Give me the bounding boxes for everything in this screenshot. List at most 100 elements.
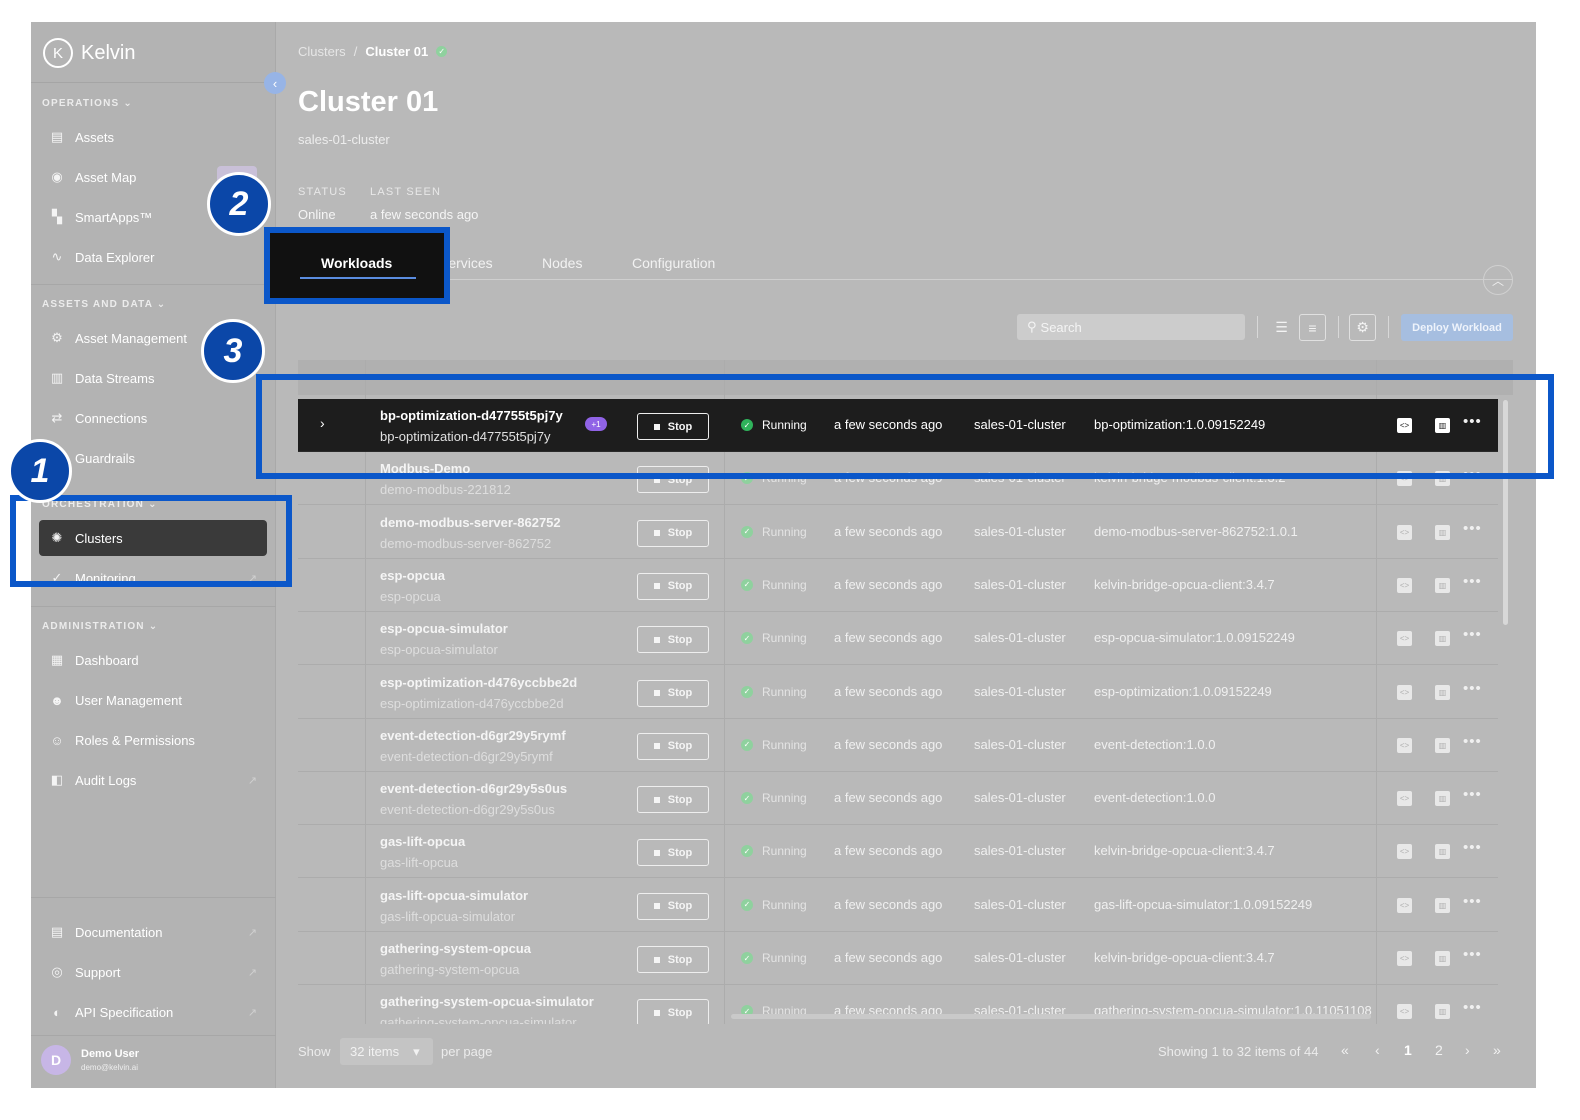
- tab-nodes[interactable]: Nodes: [542, 255, 582, 271]
- workload-name[interactable]: esp-opcua: [380, 568, 445, 583]
- more-options-icon[interactable]: •••: [1463, 626, 1482, 643]
- more-options-icon[interactable]: •••: [1463, 999, 1482, 1016]
- chart-icon[interactable]: ▥: [1435, 844, 1450, 860]
- code-icon[interactable]: <>: [1397, 951, 1412, 966]
- chart-icon[interactable]: ▥: [1435, 524, 1450, 540]
- stop-button[interactable]: Stop: [637, 839, 709, 867]
- more-options-icon[interactable]: •••: [1463, 786, 1482, 803]
- workload-name[interactable]: gathering-system-opcua-simulator: [380, 994, 594, 1009]
- first-page-button[interactable]: «: [1341, 1042, 1349, 1058]
- sidebar-item-support[interactable]: ◎ Support ↗: [39, 954, 267, 990]
- search-input[interactable]: ⚲ Search: [1017, 314, 1245, 340]
- workload-status: Running: [762, 684, 807, 699]
- code-icon[interactable]: <>: [1397, 791, 1412, 807]
- table-row[interactable]: gas-lift-opcua gas-lift-opcua Stop ✓ Running…: [298, 825, 1498, 879]
- chart-icon[interactable]: ▥: [1435, 631, 1450, 647]
- stop-button[interactable]: Stop: [637, 946, 709, 973]
- compact-view-button[interactable]: ☰: [1268, 314, 1295, 341]
- more-options-icon[interactable]: •••: [1463, 573, 1482, 590]
- stop-button[interactable]: Stop: [637, 572, 709, 600]
- chart-icon[interactable]: ▥: [1435, 791, 1450, 807]
- sidebar-item-data-explorer[interactable]: ∿ Data Explorer: [39, 239, 267, 275]
- code-icon[interactable]: <>: [1397, 577, 1412, 593]
- chart-icon[interactable]: ▥: [1435, 577, 1450, 593]
- kelvin-logo[interactable]: K Kelvin: [43, 38, 135, 68]
- workload-name[interactable]: event-detection-d6gr29y5rymf: [380, 728, 566, 743]
- page-1-button[interactable]: 1: [1404, 1042, 1412, 1058]
- stop-button[interactable]: Stop: [637, 892, 709, 920]
- more-options-icon[interactable]: •••: [1463, 680, 1482, 697]
- stop-button[interactable]: Stop: [637, 999, 709, 1024]
- chart-icon[interactable]: ▥: [1435, 737, 1450, 753]
- more-options-icon[interactable]: •••: [1463, 733, 1482, 750]
- code-icon[interactable]: <>: [1397, 1004, 1412, 1020]
- workload-name[interactable]: gas-lift-opcua-simulator: [380, 888, 528, 903]
- collapse-header-button[interactable]: ︿: [1483, 265, 1513, 295]
- table-row[interactable]: event-detection-d6gr29y5s0us event-detect…: [298, 772, 1498, 826]
- chart-icon[interactable]: ▥: [1435, 951, 1450, 966]
- collapse-sidebar-button[interactable]: ‹: [264, 72, 286, 94]
- last-page-button[interactable]: »: [1493, 1042, 1501, 1058]
- workload-name[interactable]: esp-opcua-simulator: [380, 621, 508, 636]
- sidebar-item-user-management[interactable]: ☻ User Management: [39, 682, 267, 718]
- tab-configuration[interactable]: Configuration: [632, 255, 715, 271]
- sidebar-item-dashboard[interactable]: ▦ Dashboard: [39, 642, 267, 678]
- code-icon[interactable]: <>: [1397, 684, 1412, 700]
- stop-button[interactable]: Stop: [637, 519, 709, 547]
- table-row[interactable]: esp-opcua-simulator esp-opcua-simulator St…: [298, 612, 1498, 666]
- section-assets-data[interactable]: ASSETS AND DATA ⌄: [42, 299, 166, 310]
- stop-button[interactable]: Stop: [637, 732, 709, 760]
- next-page-button[interactable]: ›: [1465, 1042, 1470, 1058]
- more-options-icon[interactable]: •••: [1463, 520, 1482, 537]
- workload-cluster: sales-01-cluster: [974, 576, 1066, 592]
- stop-button[interactable]: Stop: [637, 679, 709, 707]
- items-per-page-select[interactable]: 32 items ▾: [340, 1038, 433, 1065]
- sidebar-item-documentation[interactable]: ▤ Documentation ↗: [39, 914, 267, 950]
- workload-name[interactable]: event-detection-d6gr29y5s0us: [380, 781, 567, 796]
- sidebar-item-api-specification[interactable]: ◐ API Specification ↗: [39, 994, 267, 1030]
- workload-name[interactable]: demo-modbus-server-862752: [380, 515, 561, 530]
- list-view-button[interactable]: ≡: [1299, 314, 1326, 341]
- chart-icon[interactable]: ▥: [1435, 684, 1450, 700]
- sidebar-item-audit-logs[interactable]: ◧ Audit Logs ↗: [39, 762, 267, 798]
- code-icon[interactable]: <>: [1397, 631, 1412, 647]
- prev-page-button[interactable]: ‹: [1375, 1042, 1380, 1058]
- more-options-icon[interactable]: •••: [1463, 893, 1482, 910]
- sidebar-item-connections[interactable]: ⇄ Connections: [39, 400, 267, 436]
- stop-button[interactable]: Stop: [637, 786, 709, 814]
- table-row[interactable]: esp-opcua esp-opcua Stop ✓ Running a few seco…: [298, 559, 1498, 612]
- code-icon[interactable]: <>: [1397, 524, 1412, 540]
- tab-workloads[interactable]: Workloads: [321, 255, 392, 271]
- page-2-button[interactable]: 2: [1435, 1042, 1443, 1058]
- table-row[interactable]: demo-modbus-server-862752 demo-modbus-ser…: [298, 506, 1498, 559]
- section-operations[interactable]: OPERATIONS ⌄: [42, 98, 133, 109]
- code-icon[interactable]: <>: [1397, 844, 1412, 860]
- running-check-icon: ✓: [741, 898, 753, 911]
- stop-icon: [653, 583, 660, 590]
- sidebar-item-guardrails[interactable]: ◈Guardrails: [39, 440, 267, 476]
- table-row[interactable]: event-detection-d6gr29y5rymf event-detect…: [298, 719, 1498, 772]
- table-row[interactable]: esp-optimization-d476yccbbe2d esp-optimiz…: [298, 666, 1498, 719]
- workload-name[interactable]: gas-lift-opcua: [380, 834, 465, 849]
- stop-button[interactable]: Stop: [637, 626, 709, 654]
- deploy-workload-button[interactable]: Deploy Workload: [1401, 314, 1513, 341]
- table-row[interactable]: gas-lift-opcua-simulator gas-lift-opcua-s…: [298, 879, 1498, 932]
- workload-id: gathering-system-opcua-simulator: [380, 1015, 577, 1024]
- chart-icon[interactable]: ▥: [1435, 897, 1450, 913]
- breadcrumb-clusters[interactable]: Clusters: [298, 44, 346, 59]
- table-settings-button[interactable]: ⚙: [1349, 314, 1376, 341]
- chart-icon[interactable]: ▥: [1435, 1004, 1450, 1020]
- workload-name[interactable]: gathering-system-opcua: [380, 941, 531, 956]
- sidebar-item-roles-permissions[interactable]: ☺ Roles & Permissions: [39, 722, 267, 758]
- code-icon[interactable]: <>: [1397, 897, 1412, 913]
- more-options-icon[interactable]: •••: [1463, 946, 1482, 963]
- code-icon[interactable]: <>: [1397, 737, 1412, 753]
- table-row[interactable]: gathering-system-opcua gathering-system-o…: [298, 932, 1498, 985]
- workload-name[interactable]: esp-optimization-d476yccbbe2d: [380, 675, 577, 690]
- more-options-icon[interactable]: •••: [1463, 839, 1482, 856]
- sidebar-item-assets[interactable]: ▤ Assets: [39, 119, 267, 155]
- section-administration[interactable]: ADMINISTRATION ⌄: [42, 621, 158, 632]
- horizontal-scrollbar[interactable]: [731, 1014, 1371, 1019]
- lifebuoy-icon: ◎: [51, 964, 63, 979]
- user-profile[interactable]: D Demo User demo@kelvin.ai: [41, 1045, 139, 1075]
